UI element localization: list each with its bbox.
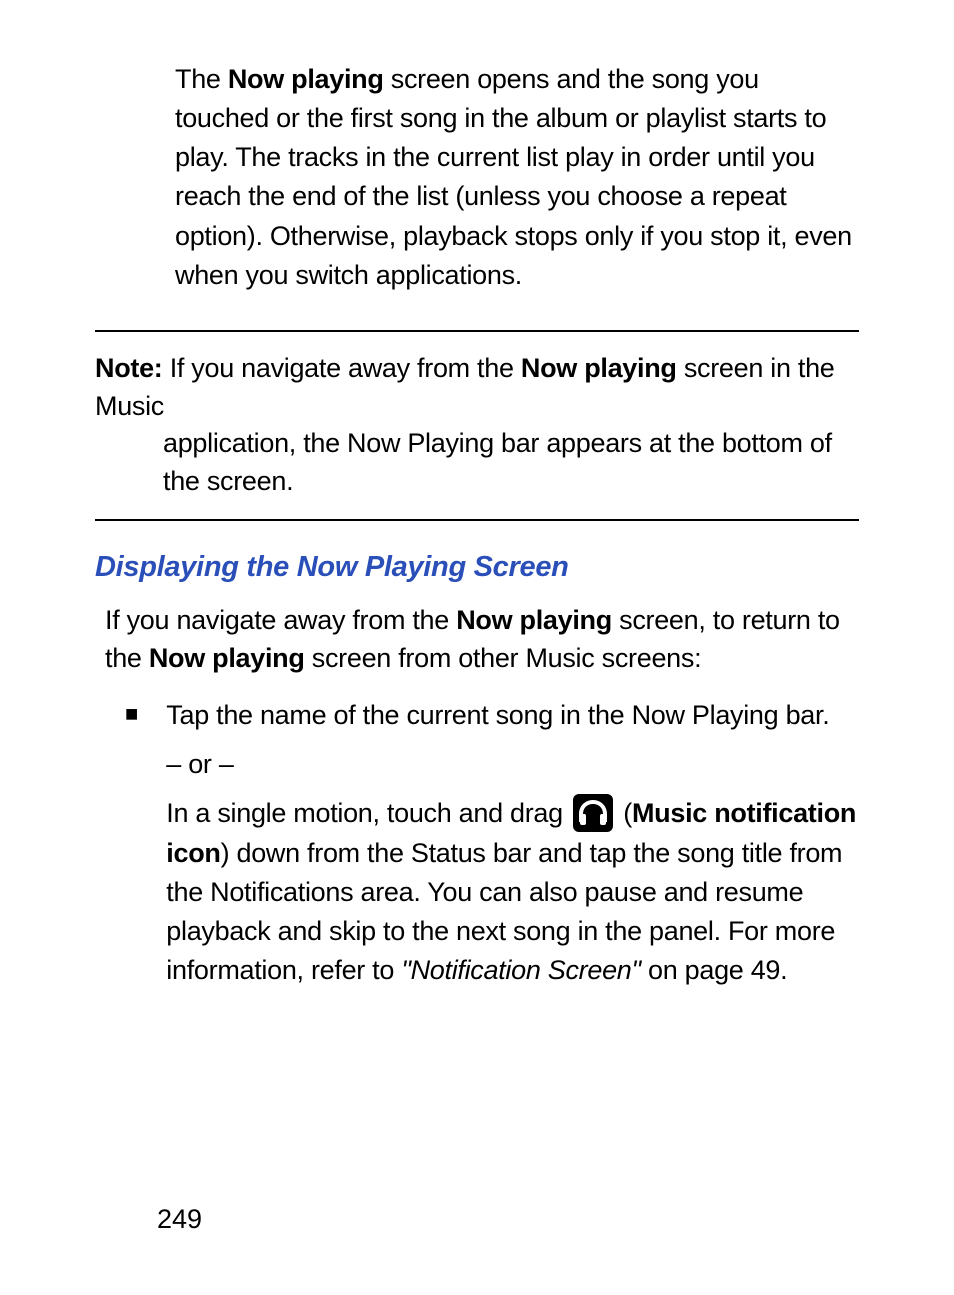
bullet-line2-end: on page 49. — [641, 955, 788, 985]
intro-bold-now-playing: Now playing — [228, 64, 384, 94]
note-text1: If you navigate away from the — [163, 353, 521, 383]
note-continuation: application, the Now Playing bar appears… — [163, 425, 859, 501]
para2-bold1: Now playing — [456, 605, 612, 635]
para2-text1: If you navigate away from the — [105, 605, 456, 635]
intro-paragraph: The Now playing screen opens and the son… — [175, 60, 859, 295]
note-content: Note: If you navigate away from the Now … — [95, 350, 859, 501]
bullet-or: – or – — [166, 745, 859, 784]
note-block: Note: If you navigate away from the Now … — [95, 330, 859, 521]
bullet-line2: In a single motion, touch and drag (Musi… — [166, 794, 859, 990]
intro-prefix: The — [175, 64, 228, 94]
para2-text3: screen from other Music screens: — [305, 643, 702, 673]
intro-rest: screen opens and the song you touched or… — [175, 64, 852, 290]
note-bold-now-playing: Now playing — [521, 353, 677, 383]
para2-bold2: Now playing — [149, 643, 305, 673]
section-heading: Displaying the Now Playing Screen — [95, 551, 859, 584]
bullet-item: ■ Tap the name of the current song in th… — [125, 696, 859, 1001]
bullet-ref: "Notification Screen" — [401, 955, 640, 985]
bullet-line1: Tap the name of the current song in the … — [166, 696, 859, 735]
page-number: 249 — [157, 1204, 202, 1235]
bullet-line2b-open: ( — [616, 798, 632, 828]
bullet-line2a: In a single motion, touch and drag — [166, 798, 570, 828]
bullet-marker: ■ — [125, 701, 138, 1001]
headphones-icon — [573, 794, 613, 832]
note-label: Note: — [95, 353, 163, 383]
bullet-content: Tap the name of the current song in the … — [166, 696, 859, 1001]
section-paragraph: If you navigate away from the Now playin… — [105, 602, 859, 678]
